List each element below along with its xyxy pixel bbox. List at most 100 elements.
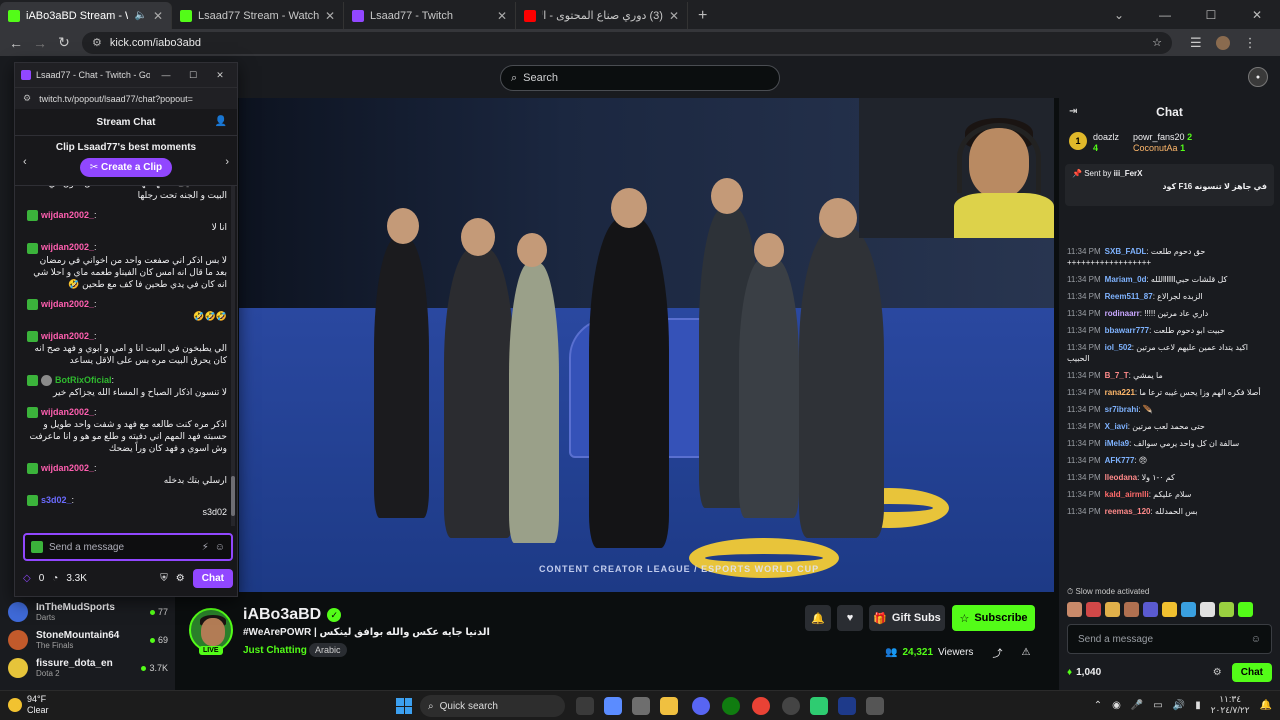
chat-message[interactable]: 11:34 PM iMela9: سالفة ان كل واحد يرمي سو… [1067, 438, 1272, 449]
message-username[interactable]: s3d02_ [41, 495, 72, 505]
emote-icon[interactable] [1086, 602, 1101, 617]
file-explorer-icon[interactable] [660, 697, 678, 715]
emote-icon[interactable] [1143, 602, 1158, 617]
message-username[interactable]: sr7ibrahi [1105, 405, 1139, 414]
bits-icon[interactable]: ⚡ [202, 542, 209, 553]
app-icon[interactable] [866, 697, 884, 715]
subscriber-badge-icon[interactable] [27, 463, 38, 475]
browser-menu-icon[interactable]: ⋮ [1244, 35, 1257, 51]
notifications-icon[interactable]: 🔔 [1260, 700, 1272, 711]
close-window-button[interactable]: ✕ [209, 70, 231, 81]
message-username[interactable]: rodinaarr [1105, 309, 1140, 318]
chrome-icon[interactable] [752, 697, 770, 715]
message-username[interactable]: wijdan2002_ [41, 331, 94, 341]
chat-message-input[interactable]: Send a message ☺ [1067, 624, 1272, 654]
site-info-icon[interactable]: ⚙ [23, 93, 31, 104]
close-tab-icon[interactable]: ✕ [669, 9, 679, 23]
url-field[interactable]: ⚙ kick.com/iabo3abd ☆ [82, 31, 1172, 54]
message-username[interactable]: iMela9 [1105, 439, 1129, 448]
chat-message[interactable]: 11:34 PM lleodana: كم ٠-١ ولا [1067, 472, 1272, 483]
windows-start-icon[interactable] [396, 698, 412, 714]
chat-message[interactable]: 11:34 PM rodinaarr: داري عاد مرتين !!!!! [1067, 308, 1272, 319]
message-username[interactable]: wijdan2002_ [41, 210, 94, 220]
pinned-user[interactable]: iii_FerX [1114, 169, 1143, 178]
chat-message[interactable]: BotRixOficial: لا تنسون اذكار الصباح و ال… [27, 374, 227, 398]
forward-arrow-icon[interactable]: → [28, 35, 52, 51]
leader-name[interactable]: powr_fans20 [1133, 132, 1185, 142]
taskbar-clock[interactable]: ١١:٣٤ ٢٠٢٤/٧/٢٢ [1211, 694, 1250, 716]
weather-widget[interactable]: 94°F Clear [8, 694, 49, 716]
emote-icon[interactable] [1162, 602, 1177, 617]
browser-tab-kick-iabo3abd[interactable]: iABo3aBD Stream - Watch L 🔈 ✕ [0, 2, 172, 29]
chat-message[interactable]: 11:34 PM Reem511_87: الزبده لجرالاع [1067, 291, 1272, 302]
minimize-button[interactable]: — [155, 70, 177, 80]
reload-icon[interactable]: ↻ [52, 34, 76, 51]
chat-message[interactable]: s3d02_: s3d02 [27, 494, 227, 518]
chat-scrollbar[interactable] [231, 186, 235, 526]
browser-tab-kick-lsaad77[interactable]: Lsaad77 Stream - Watch Live o ✕ [172, 2, 344, 29]
back-arrow-icon[interactable]: ← [4, 35, 28, 51]
chevron-left-icon[interactable]: ‹ [23, 156, 27, 168]
xbox-icon[interactable] [722, 697, 740, 715]
message-username[interactable]: SXB_FADL [1105, 247, 1147, 256]
file-manager-icon[interactable] [632, 697, 650, 715]
message-username[interactable]: wijdan2002_ [41, 242, 94, 252]
chat-message[interactable]: 11:34 PM kald_airmlli: سلام عليكم [1067, 489, 1272, 500]
app-icon[interactable] [782, 697, 800, 715]
pinned-message[interactable]: 📌 Sent by iii_FerX في جاهز لا تنسونه F16… [1065, 164, 1274, 206]
bookmark-star-icon[interactable]: ☆ [1152, 36, 1162, 49]
message-username[interactable]: Mariam_0d [1105, 275, 1147, 284]
message-username[interactable]: Reem511_87 [1105, 292, 1153, 301]
chevron-up-icon[interactable]: ⌃ [1094, 700, 1102, 711]
browser-tab-youtube[interactable]: (3) دوري صناع المحتوى - الأسبوع ✕ [516, 2, 688, 29]
chat-message[interactable]: 11:34 PM X_iavi: حتى محمد لعب مرتين [1067, 421, 1272, 432]
emote-icon[interactable] [1219, 602, 1234, 617]
message-username[interactable]: iol_502 [1105, 343, 1132, 352]
chat-badge-icon[interactable] [31, 541, 43, 553]
channel-points[interactable]: ♦ 1,040 [1067, 667, 1101, 678]
collapse-chat-icon[interactable]: ⇥ [1069, 106, 1077, 117]
copilot-icon[interactable] [604, 697, 622, 715]
follow-heart-button[interactable]: ♥ [837, 605, 863, 631]
tray-app-icon[interactable]: ◉ [1112, 700, 1121, 711]
popout-url-text[interactable]: twitch.tv/popout/lsaad77/chat?popout= [39, 94, 193, 104]
subscriber-badge-icon[interactable] [27, 242, 38, 254]
bot-badge-icon[interactable] [41, 374, 52, 386]
chat-message[interactable]: wijdan2002_: الي يطبخون في البيت انا و ام… [27, 330, 227, 366]
tab-search-icon[interactable]: ⌄ [1096, 0, 1142, 29]
leader-name[interactable]: doazlz [1093, 132, 1119, 143]
gift-subs-button[interactable]: 🎁 Gift Subs [869, 605, 945, 631]
report-icon[interactable]: ⚠ [1021, 647, 1030, 658]
message-username[interactable]: kald_airmlli [1105, 490, 1149, 499]
message-username[interactable]: lleodana [1105, 473, 1137, 482]
minimize-button[interactable]: — [1142, 0, 1188, 29]
chat-message[interactable]: 11:34 PM SXB_FADL: حق دحوم طلعت +++++++++… [1067, 246, 1272, 268]
chat-message[interactable]: wijdan2002_: انا لا [27, 209, 227, 233]
chat-message[interactable]: 11:34 PM sr7ibrahi: 🪶 [1067, 404, 1272, 415]
close-tab-icon[interactable]: ✕ [153, 9, 163, 23]
twitch-chat-input[interactable]: Send a message ⚡ ☺ [23, 533, 233, 561]
message-username[interactable]: AFK777 [1105, 456, 1135, 465]
scrollbar-thumb[interactable] [231, 476, 235, 516]
close-window-button[interactable]: ✕ [1234, 0, 1280, 29]
chat-message[interactable]: 11:34 PM rana221: أصلا فكره الهم وزا يحس … [1067, 387, 1272, 398]
kick-search-input[interactable]: ⌕ Search [500, 65, 780, 91]
chat-message[interactable]: 11:34 PM B_7_T: ما يمشي [1067, 370, 1272, 381]
share-icon[interactable]: ⤴ [992, 645, 1002, 660]
chevron-right-icon[interactable]: › [225, 156, 229, 168]
language-tag[interactable]: Arabic [309, 643, 347, 657]
shield-icon[interactable]: ⛨ [160, 573, 168, 584]
chat-message[interactable]: wijdan2002_: 🤣🤣🤣 [27, 298, 227, 322]
emoji-picker-icon[interactable]: ☺ [1251, 634, 1261, 645]
channel-name[interactable]: iABo3aBD ✓ [243, 606, 342, 624]
emote-icon[interactable] [1200, 602, 1215, 617]
close-tab-icon[interactable]: ✕ [497, 9, 507, 23]
close-tab-icon[interactable]: ✕ [325, 9, 335, 23]
emote-icon[interactable] [1181, 602, 1196, 617]
create-clip-button[interactable]: ✂ Create a Clip [79, 158, 173, 177]
chat-settings-gear-icon[interactable]: ⚙ [1213, 667, 1222, 678]
send-chat-button[interactable]: Chat [1231, 662, 1272, 682]
community-users-icon[interactable]: 👤 [215, 116, 227, 127]
emote-icon[interactable] [1124, 602, 1139, 617]
chat-message[interactable]: wijdan2002_: لا بس اذكر اني صفعت واحد من … [27, 241, 227, 289]
